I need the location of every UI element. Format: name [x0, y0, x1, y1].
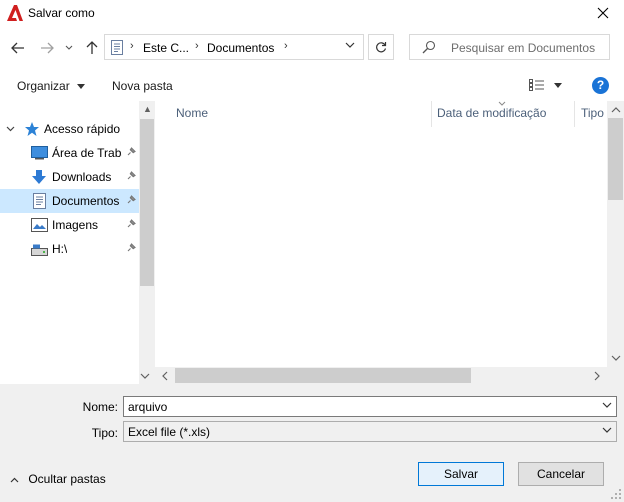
nav-item-drive-h[interactable]: H:\: [0, 237, 139, 261]
details-view-icon: [529, 79, 544, 91]
download-icon: [32, 170, 46, 184]
nav-item-pictures[interactable]: Imagens: [0, 213, 139, 237]
file-type-select[interactable]: Excel file (*.xls): [123, 421, 617, 442]
nav-pane-vertical-scrollbar[interactable]: ▲: [139, 101, 155, 384]
column-header-name[interactable]: Nome: [176, 106, 208, 120]
file-name-label: Nome:: [82, 400, 118, 414]
new-folder-button[interactable]: Nova pasta: [112, 79, 173, 93]
chevron-down-icon: [65, 45, 73, 50]
chevron-down-icon[interactable]: [602, 402, 612, 409]
arrow-left-icon: [11, 42, 24, 54]
file-type-label: Tipo:: [91, 426, 118, 440]
address-bar[interactable]: › Este C... › Documentos ›: [104, 34, 364, 60]
column-header-type[interactable]: Tipo: [581, 106, 604, 120]
search-placeholder: Pesquisar em Documentos: [451, 41, 596, 55]
nav-label: Acesso rápido: [44, 122, 121, 136]
close-button[interactable]: [590, 2, 616, 24]
dropdown-arrow-icon: [554, 83, 563, 88]
close-icon: [597, 7, 609, 19]
nav-label: Downloads: [52, 170, 112, 184]
pin-icon[interactable]: [126, 219, 136, 229]
organize-button[interactable]: Organizar: [17, 79, 86, 93]
title-bar: Salvar como: [0, 0, 624, 27]
breadcrumb-separator: ›: [130, 40, 134, 52]
nav-item-desktop[interactable]: Área de Traba: [0, 141, 139, 165]
nav-label: H:\: [52, 242, 68, 256]
nav-label: Imagens: [52, 218, 99, 232]
navigation-bar: › Este C... › Documentos › Pesquisar em …: [0, 27, 624, 69]
chevron-down-icon[interactable]: [345, 42, 355, 49]
star-icon: [25, 122, 39, 136]
file-name-value: arquivo: [128, 400, 168, 414]
refresh-button[interactable]: [368, 34, 394, 60]
help-button[interactable]: ?: [592, 77, 609, 94]
scrollbar-thumb[interactable]: [175, 368, 471, 383]
window-title: Salvar como: [28, 6, 95, 20]
up-button[interactable]: [83, 37, 101, 59]
save-button[interactable]: Salvar: [418, 462, 504, 486]
scrollbar-thumb[interactable]: [140, 119, 154, 286]
cancel-button[interactable]: Cancelar: [518, 462, 604, 486]
back-button[interactable]: [9, 37, 27, 59]
pin-icon[interactable]: [126, 171, 136, 181]
forward-button[interactable]: [38, 37, 56, 59]
file-list-pane: Nome Data de modificação Tipo: [155, 101, 624, 384]
refresh-icon: [376, 42, 387, 53]
breadcrumb-documents[interactable]: Documentos: [207, 41, 274, 55]
recent-locations-button[interactable]: [63, 37, 75, 59]
navigation-pane: Acesso rápido Área de Traba Downloads Do…: [0, 101, 155, 384]
drive-icon: [31, 244, 48, 256]
chevron-down-icon: [6, 126, 15, 132]
pin-icon[interactable]: [126, 243, 136, 253]
breadcrumb-separator: ›: [284, 40, 288, 52]
toolbar: Organizar Nova pasta ?: [0, 70, 624, 101]
nav-item-documents[interactable]: Documentos: [0, 189, 139, 213]
document-icon: [33, 193, 46, 209]
scroll-up-arrow-icon[interactable]: [611, 107, 621, 113]
nav-item-quick-access[interactable]: Acesso rápido: [0, 117, 139, 141]
nav-item-downloads[interactable]: Downloads: [0, 165, 139, 189]
scroll-down-arrow-icon[interactable]: [140, 373, 150, 379]
app-logo-icon: [7, 5, 23, 21]
file-list-vertical-scrollbar[interactable]: [607, 101, 624, 367]
nav-label: Área de Traba: [52, 146, 122, 160]
document-icon: [111, 40, 123, 55]
pin-icon[interactable]: [126, 195, 136, 205]
scrollbar-thumb[interactable]: [608, 118, 623, 200]
search-box[interactable]: Pesquisar em Documentos: [409, 34, 610, 60]
chevron-up-icon: [10, 477, 19, 483]
column-header-modified[interactable]: Data de modificação: [437, 106, 546, 120]
hide-folders-label: Ocultar pastas: [28, 472, 106, 486]
organize-label: Organizar: [17, 79, 70, 93]
desktop-icon: [31, 146, 48, 160]
file-list-horizontal-scrollbar[interactable]: [155, 367, 607, 384]
column-divider[interactable]: [431, 101, 432, 127]
pictures-icon: [31, 218, 48, 232]
file-type-value: Excel file (*.xls): [128, 425, 211, 439]
breadcrumb-separator: ›: [195, 40, 199, 52]
resize-grip-icon[interactable]: [610, 488, 622, 500]
hide-folders-button[interactable]: Ocultar pastas: [10, 472, 106, 486]
scroll-left-arrow-icon[interactable]: [162, 371, 168, 381]
save-options-panel: Nome: arquivo Tipo: Excel file (*.xls) O…: [0, 384, 624, 502]
column-divider[interactable]: [574, 101, 575, 127]
dropdown-arrow-icon: [77, 84, 86, 90]
nav-label: Documentos: [52, 194, 120, 208]
chevron-down-icon: [602, 427, 612, 433]
scrollbar-corner: [607, 367, 624, 384]
search-icon: [422, 40, 436, 54]
view-options-button[interactable]: [529, 79, 563, 94]
arrow-up-icon: [86, 41, 98, 54]
pin-icon[interactable]: [126, 147, 136, 157]
scroll-right-arrow-icon[interactable]: [594, 371, 600, 381]
arrow-right-icon: [41, 42, 54, 54]
file-name-input[interactable]: arquivo: [123, 396, 617, 417]
scroll-up-arrow-icon[interactable]: ▲: [143, 105, 152, 114]
scroll-down-arrow-icon[interactable]: [611, 355, 621, 361]
breadcrumb-this-pc[interactable]: Este C...: [143, 41, 189, 55]
